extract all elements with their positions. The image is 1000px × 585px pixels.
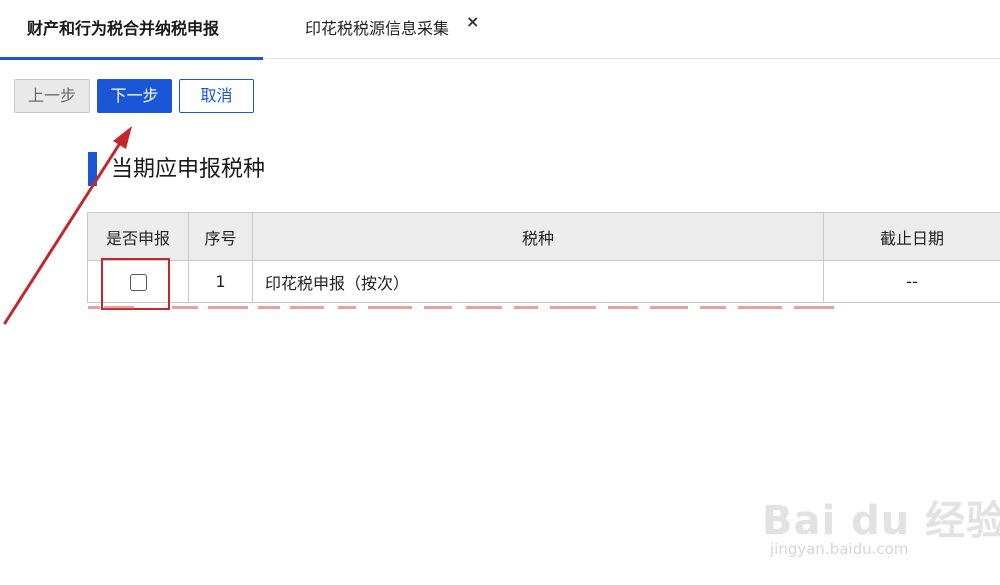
annotation-note-strip (88, 306, 834, 309)
table-row: 1 印花税申报（按次） -- (87, 260, 1000, 303)
watermark-brand: Bai du 经验 (762, 498, 1000, 544)
baidu-watermark: Bai du 经验 jingyan.baidu.com (762, 470, 1000, 570)
section-accent-bar (88, 152, 97, 186)
column-header-index: 序号 (188, 212, 253, 261)
tab-label: 财产和行为税合并纳税申报 (27, 19, 220, 38)
declare-checkbox[interactable] (129, 274, 147, 291)
declare-cell (87, 260, 189, 303)
column-header-deadline: 截止日期 (823, 212, 1000, 261)
tab-label: 印花税税源信息采集 (305, 19, 450, 38)
tax-type-table: 是否申报 序号 税种 截止日期 1 印花税申报（按次） -- (87, 212, 1000, 303)
prev-step-button[interactable]: 上一步 (14, 79, 90, 113)
tab-bar: 财产和行为税合并纳税申报 印花税税源信息采集 × (0, 0, 1000, 60)
tab-property-tax-declaration[interactable]: 财产和行为税合并纳税申报 (0, 0, 263, 60)
tax-type-cell: 印花税申报（按次） (252, 260, 824, 303)
column-header-declare: 是否申报 (87, 212, 189, 261)
column-header-tax-type: 税种 (252, 212, 824, 261)
table-header-row: 是否申报 序号 税种 截止日期 (87, 212, 1000, 261)
index-cell: 1 (188, 260, 253, 303)
section-title: 当期应申报税种 (111, 157, 266, 182)
close-icon[interactable]: × (466, 14, 479, 30)
cancel-button[interactable]: 取消 (179, 79, 254, 113)
tab-stamp-tax-source[interactable]: 印花税税源信息采集 (305, 0, 449, 59)
deadline-cell: -- (823, 260, 1000, 303)
watermark-url: jingyan.baidu.com (770, 540, 909, 558)
next-step-button[interactable]: 下一步 (97, 79, 172, 113)
